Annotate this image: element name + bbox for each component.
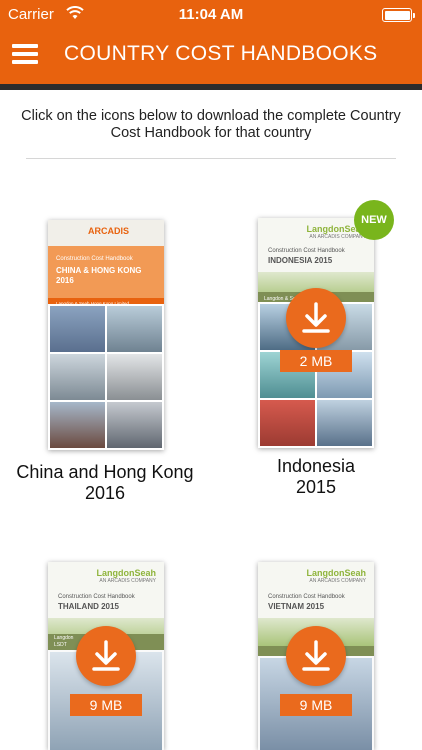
handbook-cover-indonesia[interactable]: LangdonSeah AN ARCADIS COMPANY Construct… <box>258 218 374 448</box>
cover-logo-sub: AN ARCADIS COMPANY <box>309 234 366 240</box>
cover-company: LSDT <box>54 642 67 648</box>
cover-subtitle: Construction Cost Handbook <box>58 594 135 600</box>
cover-logo-text: LangdonSeah <box>306 568 366 578</box>
file-size-label: 2 MB <box>280 350 352 372</box>
cover-logo: LangdonSeah AN ARCADIS COMPANY <box>96 568 156 584</box>
cover-title: CHINA & HONG KONG <box>56 266 142 275</box>
handbook-cover-china-hong-kong[interactable]: ARCADIS Construction Cost Handbook CHINA… <box>48 220 164 450</box>
cover-title-band: Construction Cost Handbook CHINA & HONG … <box>48 246 164 298</box>
hamburger-icon-bar <box>12 44 38 48</box>
cover-photo <box>107 354 162 400</box>
cover-company: Langdon <box>54 635 74 641</box>
download-icon <box>302 640 330 671</box>
cover-photo <box>317 400 372 446</box>
cover-title: VIETNAM 2015 <box>268 602 325 611</box>
file-size-label: 9 MB <box>70 694 142 716</box>
handbook-cover-thailand[interactable]: LangdonSeah AN ARCADIS COMPANY Construct… <box>48 562 164 750</box>
handbook-caption-china-hong-kong: China and Hong Kong 2016 <box>10 462 200 504</box>
menu-button[interactable] <box>12 42 40 68</box>
cover-photos <box>48 304 164 450</box>
cover-photo <box>50 306 105 352</box>
cover-year: 2016 <box>56 276 74 285</box>
caption-year: 2016 <box>84 483 126 503</box>
cover-photo <box>50 402 105 448</box>
battery-icon <box>382 8 415 22</box>
download-button[interactable] <box>286 288 346 348</box>
hamburger-icon-bar <box>12 60 38 64</box>
download-icon <box>302 302 330 333</box>
caption-title: China and Hong Kong <box>16 462 194 482</box>
status-time: 11:04 AM <box>178 6 244 23</box>
cover-logo: LangdonSeah AN ARCADIS COMPANY <box>306 568 366 584</box>
handbook-caption-indonesia: Indonesia 2015 <box>220 456 412 498</box>
file-size-label: 9 MB <box>280 694 352 716</box>
cover-title: THAILAND 2015 <box>58 602 119 611</box>
download-icon <box>92 640 120 671</box>
download-button[interactable] <box>76 626 136 686</box>
cover-photo <box>50 354 105 400</box>
page-title: COUNTRY COST HANDBOOKS <box>64 42 378 65</box>
cover-photo <box>107 402 162 448</box>
cover-subtitle: Construction Cost Handbook <box>268 248 345 254</box>
cover-subtitle: Construction Cost Handbook <box>56 256 133 262</box>
cover-photo <box>260 400 315 446</box>
divider <box>26 158 396 159</box>
instructions-text: Click on the icons below to download the… <box>21 108 401 141</box>
cover-logo-sub: AN ARCADIS COMPANY <box>99 578 156 584</box>
app-header: Carrier 11:04 AM COUNTRY COST HANDBOOKS <box>0 0 422 84</box>
cover-title: INDONESIA 2015 <box>268 256 333 265</box>
cover-logo-sub: AN ARCADIS COMPANY <box>309 578 366 584</box>
caption-title: Indonesia <box>276 456 356 476</box>
caption-year: 2015 <box>295 477 337 497</box>
status-bar: Carrier 11:04 AM <box>0 0 422 30</box>
hamburger-icon-bar <box>12 52 38 56</box>
download-button[interactable] <box>286 626 346 686</box>
handbook-cover-vietnam[interactable]: LangdonSeah AN ARCADIS COMPANY Construct… <box>258 562 374 750</box>
cover-photo <box>107 306 162 352</box>
new-badge: NEW <box>354 200 394 240</box>
cover-subtitle: Construction Cost Handbook <box>268 594 345 600</box>
cover-logo: ARCADIS <box>88 226 130 236</box>
header-divider <box>0 84 422 90</box>
cover-logo-text: LangdonSeah <box>96 568 156 578</box>
